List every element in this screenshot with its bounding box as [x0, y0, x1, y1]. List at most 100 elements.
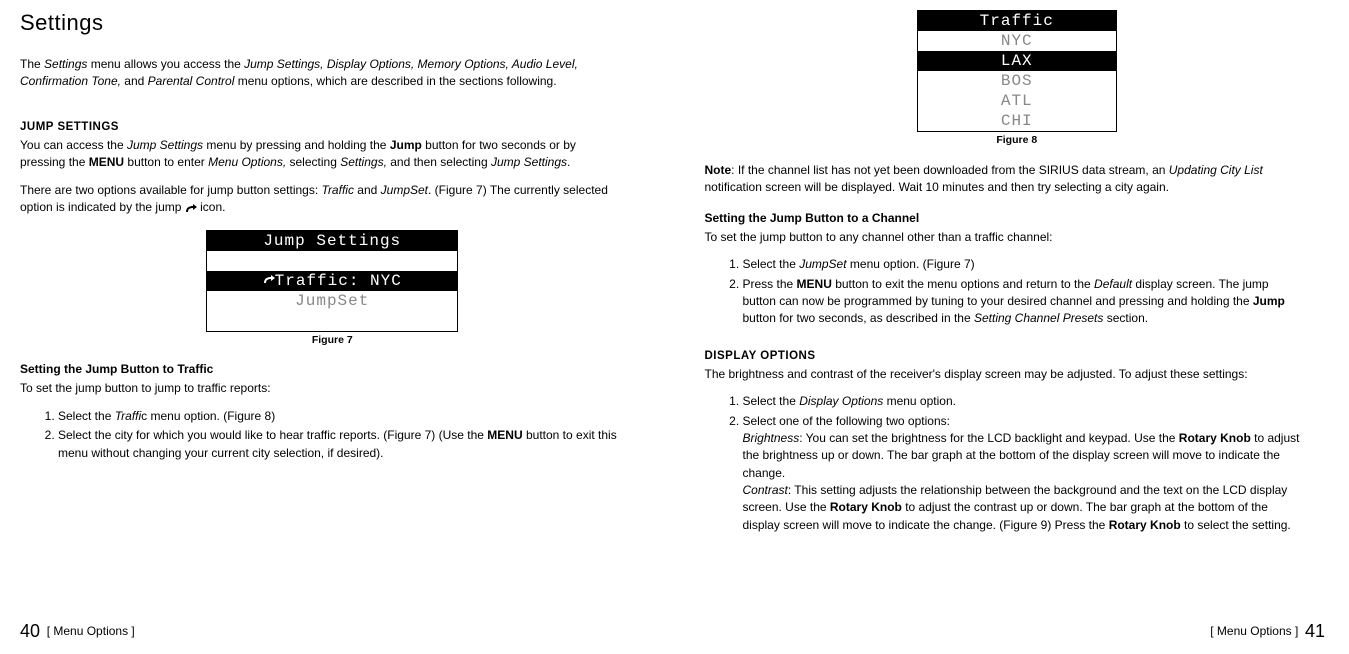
paragraph: To set the jump button to jump to traffi… — [20, 380, 620, 397]
text: : You can set the brightness for the LCD… — [799, 431, 1179, 445]
text: Jump — [390, 138, 422, 152]
text: Rotary Knob — [1109, 518, 1181, 532]
text: Jump Settings — [491, 155, 567, 169]
text: Updating City List — [1169, 163, 1263, 177]
list-item: Select the Display Options menu option. — [743, 393, 1305, 410]
page-title: Settings — [20, 10, 645, 36]
text: Note — [705, 163, 732, 177]
text: menu allows you access the — [87, 57, 244, 71]
text: menu option. — [883, 394, 956, 408]
jump-arrow-icon — [185, 203, 197, 213]
text: MENU — [487, 428, 522, 442]
text: Jump — [1253, 294, 1285, 308]
lcd-figure-8: Traffic NYC LAX BOS ATL CHI — [917, 10, 1117, 132]
text: Select the city for which you would like… — [58, 428, 487, 442]
jump-arrow-icon — [263, 274, 275, 284]
figure-8-caption: Figure 8 — [705, 134, 1330, 146]
lcd-row: Jump Settings — [207, 231, 457, 251]
text: Rotary Knob — [830, 500, 902, 514]
text: MENU — [89, 155, 124, 169]
figure-7-caption: Figure 7 — [20, 334, 645, 346]
text: Default — [1094, 277, 1132, 291]
page-number: 41 — [1305, 621, 1325, 641]
lcd-row: Traffic — [918, 11, 1116, 31]
lcd-row: BOS — [918, 71, 1116, 91]
text: JumpSet — [381, 183, 428, 197]
text: button to exit the menu options and retu… — [832, 277, 1094, 291]
paragraph: The brightness and contrast of the recei… — [705, 366, 1305, 383]
right-page: Traffic NYC LAX BOS ATL CHI Figure 8 Not… — [705, 10, 1330, 600]
text: and — [121, 74, 148, 88]
list-item: Press the MENU button to exit the menu o… — [743, 276, 1305, 328]
left-page: Settings The Settings menu allows you ac… — [20, 10, 645, 600]
text: There are two options available for jump… — [20, 183, 322, 197]
text: selecting — [286, 155, 340, 169]
lcd-row: ATL — [918, 91, 1116, 111]
text: section. — [1103, 311, 1148, 325]
steps-list: Select the Traffic menu option. (Figure … — [20, 408, 620, 462]
text: Traffic: NYC — [275, 272, 402, 290]
footer-label: [ Menu Options ] — [1210, 624, 1298, 638]
text: Select the — [58, 409, 115, 423]
text: menu options, which are described in the… — [234, 74, 556, 88]
steps-list: Select the JumpSet menu option. (Figure … — [705, 256, 1305, 328]
display-options-label: DISPLAY OPTIONS — [705, 350, 1330, 362]
text: Parental Control — [148, 74, 235, 88]
text: menu by pressing and holding the — [203, 138, 390, 152]
lcd-row: JumpSet — [207, 291, 457, 311]
lcd-row-selected: LAX — [918, 51, 1116, 71]
footer-right: [ Menu Options ] 41 — [1210, 621, 1325, 642]
paragraph: There are two options available for jump… — [20, 182, 620, 217]
list-item: Select the city for which you would like… — [58, 427, 620, 462]
text: icon. — [197, 200, 226, 214]
text: Select one of the following two options: — [743, 414, 950, 428]
text: MENU — [797, 277, 832, 291]
note-paragraph: Note: If the channel list has not yet be… — [705, 162, 1305, 197]
text: JumpSet — [799, 257, 846, 271]
text: Display Options — [799, 394, 883, 408]
text: Rotary Knob — [1179, 431, 1251, 445]
text: button for two seconds, as described in … — [743, 311, 974, 325]
intro-paragraph: The Settings menu allows you access the … — [20, 56, 620, 91]
text: to select the setting. — [1181, 518, 1291, 532]
text: : If the channel list has not yet been d… — [731, 163, 1169, 177]
lcd-row: NYC — [918, 31, 1116, 51]
lcd-figure-7: Jump Settings Traffic: NYC JumpSet — [206, 230, 458, 332]
text: Settings, — [340, 155, 387, 169]
text: Setting Channel Presets — [974, 311, 1103, 325]
text: Brightness — [743, 431, 800, 445]
text: and — [354, 183, 381, 197]
steps-list: Select the Display Options menu option. … — [705, 393, 1305, 534]
list-item: Select the JumpSet menu option. (Figure … — [743, 256, 1305, 273]
jump-settings-label: JUMP SETTINGS — [20, 121, 645, 133]
text: You can access the — [20, 138, 127, 152]
text: c menu option. (Figure 8) — [141, 409, 275, 423]
list-item: Select one of the following two options:… — [743, 413, 1305, 535]
lcd-blank-row — [207, 251, 457, 271]
text: menu option. (Figure 7) — [847, 257, 975, 271]
list-item: Select the Traffic menu option. (Figure … — [58, 408, 620, 425]
text: Press the — [743, 277, 797, 291]
text: Traffi — [115, 409, 141, 423]
page-number: 40 — [20, 621, 40, 641]
text: Select the — [743, 257, 800, 271]
lcd-row-selected: Traffic: NYC — [207, 271, 457, 291]
footer-label: [ Menu Options ] — [47, 624, 135, 638]
text: Select the — [743, 394, 800, 408]
footer-left: 40 [ Menu Options ] — [20, 621, 135, 642]
text: Settings — [44, 57, 87, 71]
lcd-blank-row — [207, 311, 457, 331]
text: The — [20, 57, 44, 71]
text: button to enter — [124, 155, 208, 169]
text: Contrast — [743, 483, 788, 497]
subheading: Setting the Jump Button to a Channel — [705, 211, 1330, 225]
paragraph: To set the jump button to any channel ot… — [705, 229, 1305, 246]
lcd-row: CHI — [918, 111, 1116, 131]
text: notification screen will be displayed. W… — [705, 180, 1169, 194]
text: Traffic — [322, 183, 354, 197]
text: . — [567, 155, 570, 169]
paragraph: You can access the Jump Settings menu by… — [20, 137, 620, 172]
text: and then selecting — [387, 155, 491, 169]
text: Menu Options, — [208, 155, 286, 169]
text: Jump Settings — [127, 138, 203, 152]
